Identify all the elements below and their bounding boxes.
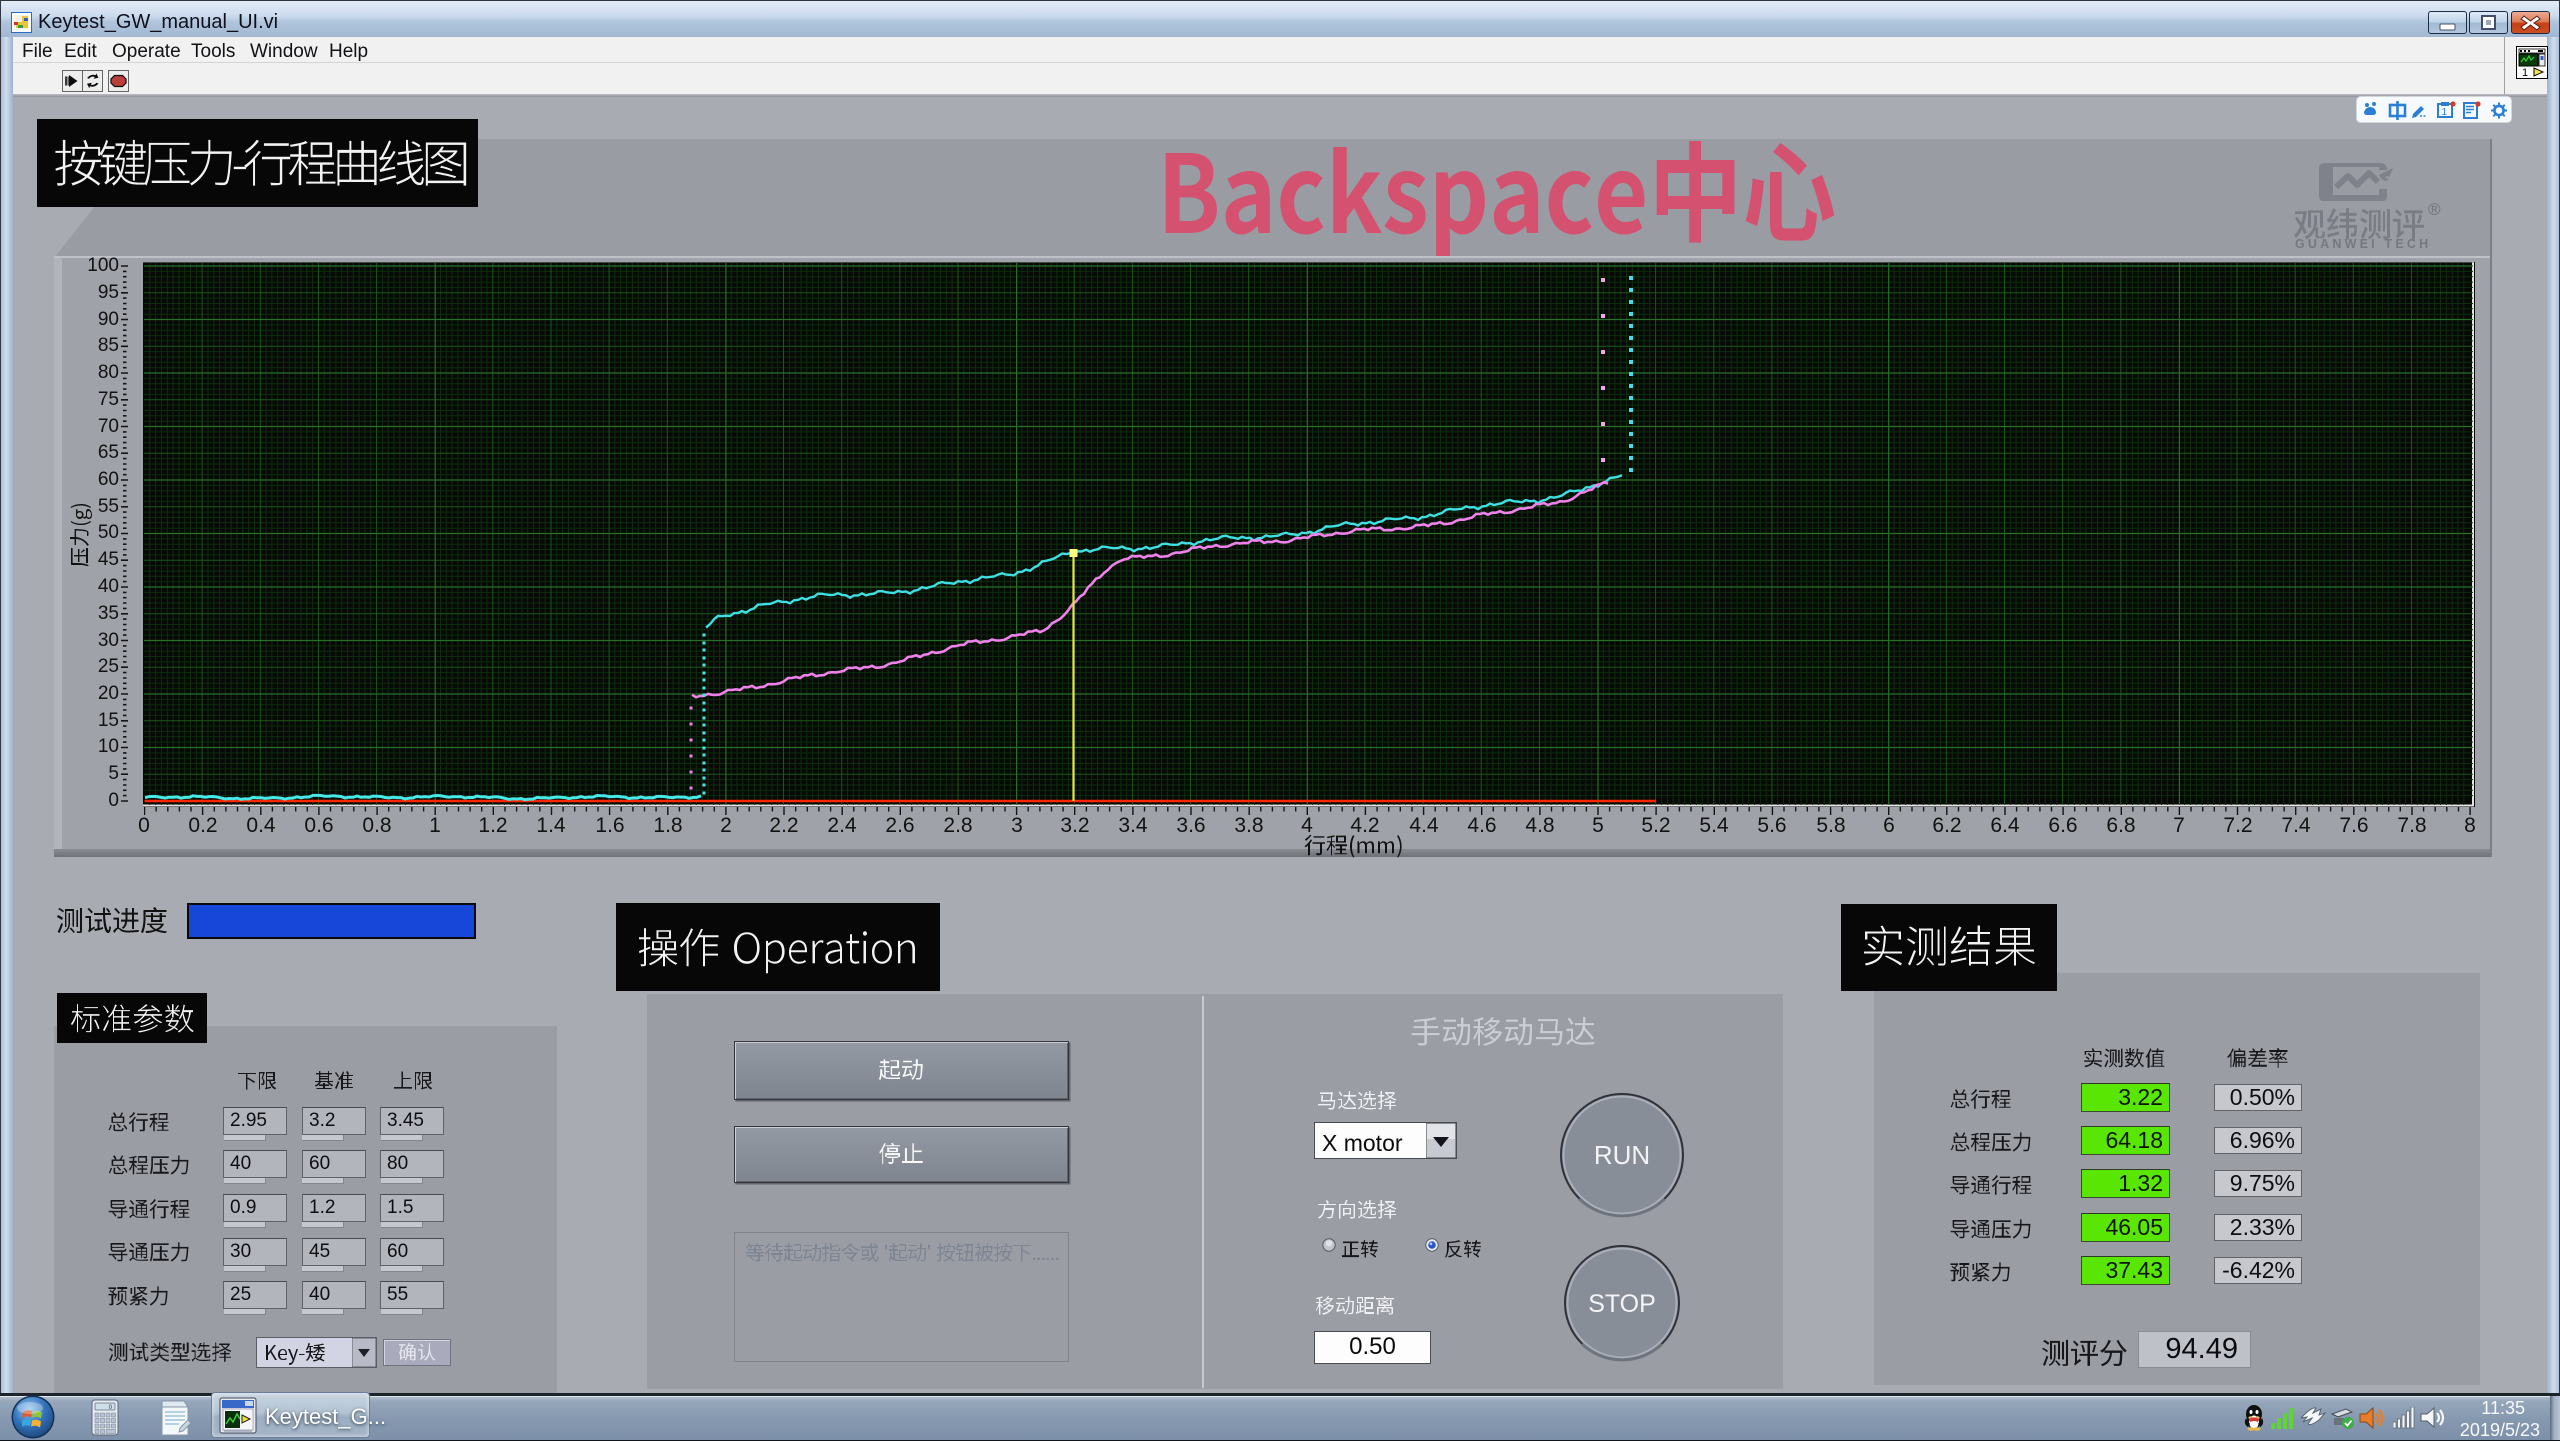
svg-text:1: 1: [2442, 107, 2448, 118]
svg-text:1: 1: [2522, 67, 2528, 79]
svg-text:RUN: RUN: [1594, 1140, 1650, 1170]
svg-text:STOP: STOP: [1588, 1290, 1656, 1318]
